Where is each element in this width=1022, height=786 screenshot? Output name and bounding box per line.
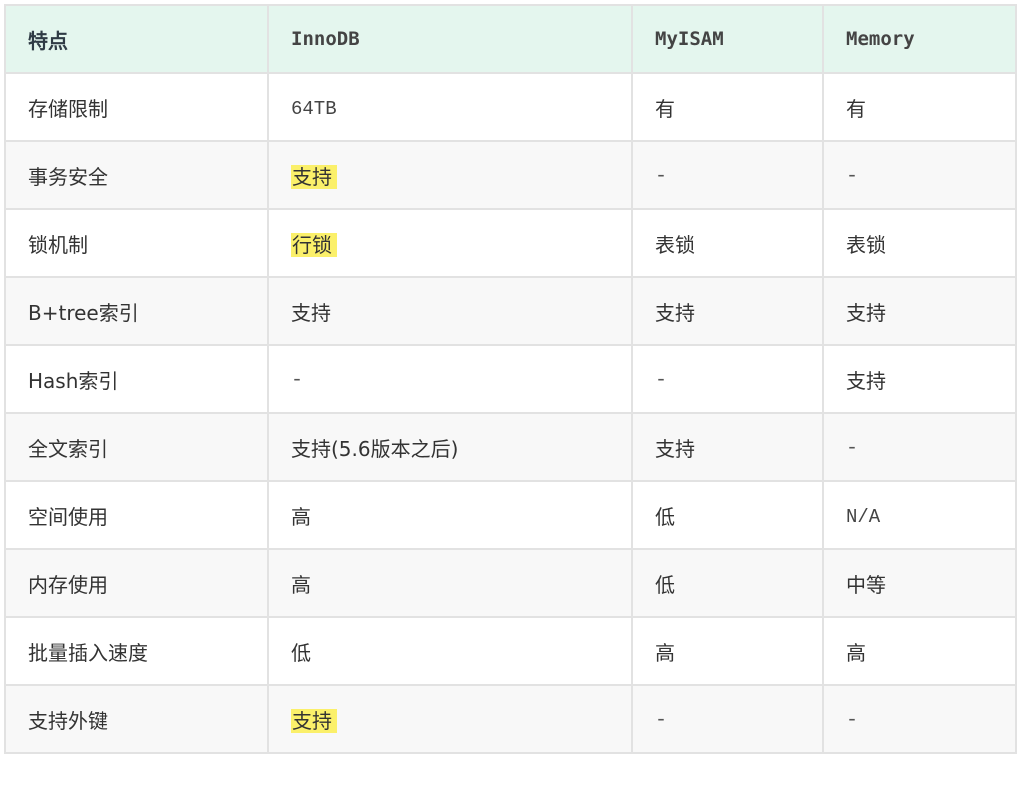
cell-text: 支持(5.6版本之后) (291, 436, 459, 461)
memory-cell: 高 (822, 616, 1017, 686)
myisam-cell: 支持 (631, 276, 824, 346)
cell-text: - (655, 369, 668, 392)
table-row: 批量插入速度 低 高 高 (4, 616, 1017, 686)
innodb-cell: 64TB (267, 72, 633, 142)
myisam-cell: - (631, 140, 824, 210)
header-myisam: MyISAM (631, 4, 824, 74)
cell-text: 支持 (846, 368, 886, 393)
header-feature: 特点 (4, 4, 269, 74)
myisam-cell: 高 (631, 616, 824, 686)
innodb-cell: 支持 (267, 276, 633, 346)
memory-cell: - (822, 140, 1017, 210)
cell-text: N/A (846, 505, 881, 528)
memory-cell: 支持 (822, 344, 1017, 414)
cell-text: 空间使用 (28, 504, 108, 529)
memory-cell: - (822, 412, 1017, 482)
memory-cell: 表锁 (822, 208, 1017, 278)
memory-cell: 支持 (822, 276, 1017, 346)
cell-text: 中等 (846, 572, 886, 597)
cell-text: 批量插入速度 (28, 640, 148, 665)
table-row: 支持外键 支持 - - (4, 684, 1017, 754)
memory-cell: 中等 (822, 548, 1017, 618)
cell-text: 64TB (291, 97, 337, 120)
storage-engine-comparison-table: 特点 InnoDB MyISAM Memory 存储限制 64TB 有 有 事务… (4, 4, 1017, 754)
table-row: 事务安全 支持 - - (4, 140, 1017, 210)
header-memory: Memory (822, 4, 1017, 74)
cell-text: Hash索引 (28, 368, 119, 393)
innodb-cell: 支持 (267, 684, 633, 754)
table-row: 全文索引 支持(5.6版本之后) 支持 - (4, 412, 1017, 482)
feature-cell: 批量插入速度 (4, 616, 269, 686)
myisam-cell: 支持 (631, 412, 824, 482)
myisam-cell: 低 (631, 548, 824, 618)
table-row: 锁机制 行锁 表锁 表锁 (4, 208, 1017, 278)
table-header: 特点 InnoDB MyISAM Memory (4, 4, 1017, 74)
cell-text: 低 (655, 572, 675, 597)
cell-text: 高 (655, 640, 675, 665)
cell-text: 有 (846, 96, 866, 121)
innodb-cell: 行锁 (267, 208, 633, 278)
cell-text: 表锁 (846, 232, 886, 257)
myisam-cell: - (631, 344, 824, 414)
feature-cell: 空间使用 (4, 480, 269, 550)
cell-text: 低 (291, 640, 311, 665)
feature-cell: 全文索引 (4, 412, 269, 482)
cell-text: 全文索引 (28, 436, 108, 461)
cell-text: 锁机制 (28, 232, 88, 257)
cell-text: - (846, 165, 859, 188)
feature-cell: Hash索引 (4, 344, 269, 414)
innodb-cell: 支持 (267, 140, 633, 210)
highlighted-cell-text: 支持 (291, 164, 337, 189)
header-innodb: InnoDB (267, 4, 633, 74)
cell-text: 支持 (291, 300, 331, 325)
feature-cell: 锁机制 (4, 208, 269, 278)
cell-text: - (291, 369, 304, 392)
feature-cell: B+tree索引 (4, 276, 269, 346)
cell-text: 支持 (846, 300, 886, 325)
cell-text: 低 (655, 504, 675, 529)
innodb-cell: 支持(5.6版本之后) (267, 412, 633, 482)
innodb-cell: 高 (267, 548, 633, 618)
cell-text: 支持 (655, 436, 695, 461)
table-row: 内存使用 高 低 中等 (4, 548, 1017, 618)
memory-cell: - (822, 684, 1017, 754)
myisam-cell: 低 (631, 480, 824, 550)
table-row: 空间使用 高 低 N/A (4, 480, 1017, 550)
cell-text: - (655, 709, 668, 732)
cell-text: 事务安全 (28, 164, 108, 189)
cell-text: 存储限制 (28, 96, 108, 121)
cell-text: 高 (291, 572, 311, 597)
innodb-cell: 高 (267, 480, 633, 550)
cell-text: 内存使用 (28, 572, 108, 597)
myisam-cell: - (631, 684, 824, 754)
cell-text: - (655, 165, 668, 188)
cell-text: 支持 (655, 300, 695, 325)
cell-text: 表锁 (655, 232, 695, 257)
cell-text: 高 (846, 640, 866, 665)
highlighted-cell-text: 支持 (291, 708, 337, 733)
cell-text: B+tree索引 (28, 300, 139, 325)
table-body: 存储限制 64TB 有 有 事务安全 支持 - - 锁机制 行锁 表锁 表锁 B… (4, 72, 1017, 754)
memory-cell: 有 (822, 72, 1017, 142)
header-row: 特点 InnoDB MyISAM Memory (4, 4, 1017, 74)
myisam-cell: 表锁 (631, 208, 824, 278)
innodb-cell: - (267, 344, 633, 414)
feature-cell: 内存使用 (4, 548, 269, 618)
innodb-cell: 低 (267, 616, 633, 686)
table-row: B+tree索引 支持 支持 支持 (4, 276, 1017, 346)
myisam-cell: 有 (631, 72, 824, 142)
cell-text: - (846, 709, 859, 732)
highlighted-cell-text: 行锁 (291, 232, 337, 257)
cell-text: 支持外键 (28, 708, 108, 733)
memory-cell: N/A (822, 480, 1017, 550)
cell-text: - (846, 437, 859, 460)
cell-text: 有 (655, 96, 675, 121)
table-row: 存储限制 64TB 有 有 (4, 72, 1017, 142)
cell-text: 高 (291, 504, 311, 529)
table-row: Hash索引 - - 支持 (4, 344, 1017, 414)
feature-cell: 支持外键 (4, 684, 269, 754)
feature-cell: 存储限制 (4, 72, 269, 142)
feature-cell: 事务安全 (4, 140, 269, 210)
